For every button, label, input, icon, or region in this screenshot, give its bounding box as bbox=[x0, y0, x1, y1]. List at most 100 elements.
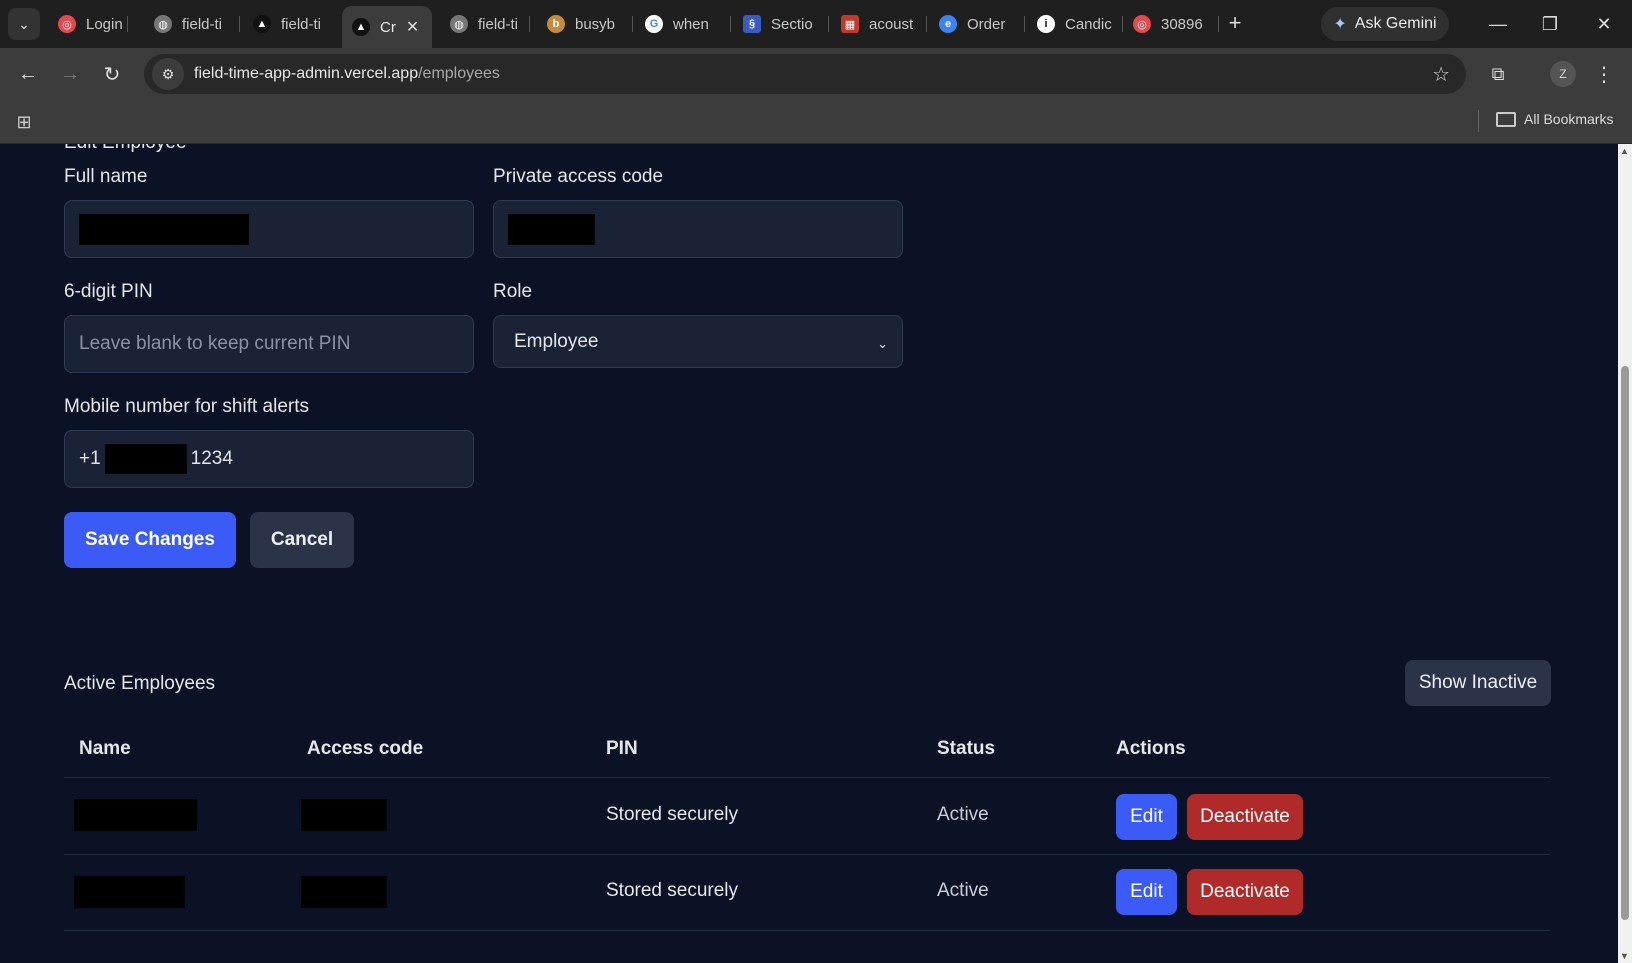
tab-label: Candic bbox=[1065, 15, 1112, 33]
target-icon: ◎ bbox=[1133, 15, 1151, 33]
access-code-label: Private access code bbox=[493, 166, 664, 187]
minimize-icon[interactable]: — bbox=[1482, 8, 1514, 40]
mobile-prefix: +1 bbox=[79, 448, 101, 469]
restore-icon[interactable]: ❐ bbox=[1534, 8, 1566, 40]
redacted-value bbox=[104, 444, 187, 474]
site-settings-icon[interactable]: ⚙ bbox=[152, 58, 184, 90]
deactivate-button[interactable]: Deactivate bbox=[1187, 869, 1303, 915]
tab-label: field-ti bbox=[281, 15, 322, 33]
column-header-pin: PIN bbox=[606, 738, 638, 759]
tab-search-icon[interactable]: ⌄ bbox=[8, 8, 40, 40]
folder-icon bbox=[1496, 111, 1516, 127]
tab-field-time-2[interactable]: ▲ field-ti bbox=[243, 6, 339, 42]
tab-label: when bbox=[673, 15, 709, 33]
reload-icon[interactable]: ↻ bbox=[96, 58, 128, 90]
forward-arrow-icon[interactable]: → bbox=[54, 58, 86, 90]
s-icon: § bbox=[743, 15, 761, 33]
tab-label: field-ti bbox=[478, 15, 519, 33]
save-changes-button[interactable]: Save Changes bbox=[64, 512, 236, 568]
edit-button[interactable]: Edit bbox=[1116, 869, 1177, 915]
column-header-status: Status bbox=[937, 738, 996, 759]
pin-cell: Stored securely bbox=[606, 804, 739, 825]
scroll-down-arrow-icon[interactable]: ▼ bbox=[1620, 951, 1629, 961]
edge-icon: e bbox=[939, 15, 957, 33]
scroll-up-arrow-icon[interactable]: ▲ bbox=[1620, 146, 1629, 156]
google-icon: G bbox=[645, 15, 663, 33]
close-window-icon[interactable]: ✕ bbox=[1588, 8, 1620, 40]
url-host: field-time-app-admin.vercel.app bbox=[194, 65, 419, 82]
globe-icon: ◍ bbox=[154, 15, 172, 33]
mobile-input[interactable]: +1 1234 bbox=[64, 430, 474, 488]
deactivate-button[interactable]: Deactivate bbox=[1187, 794, 1303, 840]
url-text[interactable]: field-time-app-admin.vercel.app/employee… bbox=[194, 65, 500, 83]
column-header-actions: Actions bbox=[1116, 738, 1186, 759]
bookmark-star-icon[interactable]: ☆ bbox=[1432, 62, 1450, 87]
back-arrow-icon[interactable]: ← bbox=[12, 58, 44, 90]
tab-field-time-1[interactable]: ◍ field-ti bbox=[144, 6, 240, 42]
status-cell: Active bbox=[937, 880, 989, 901]
profile-avatar[interactable]: Z bbox=[1550, 61, 1576, 87]
address-bar[interactable]: ⚙ field-time-app-admin.vercel.app/employ… bbox=[144, 54, 1466, 94]
scrollbar-thumb[interactable] bbox=[1621, 366, 1629, 920]
edit-button[interactable]: Edit bbox=[1116, 794, 1177, 840]
active-employees-title: Active Employees bbox=[64, 673, 216, 694]
tab-google[interactable]: G when bbox=[635, 6, 731, 42]
apps-grid-icon[interactable]: ⊞ bbox=[12, 110, 36, 134]
info-icon: i bbox=[1037, 15, 1055, 33]
all-bookmarks-button[interactable]: All Bookmarks bbox=[1496, 111, 1613, 127]
redacted-access-code bbox=[301, 799, 387, 831]
calendar-icon: ▦ bbox=[841, 15, 859, 33]
tab-label: acoust bbox=[869, 15, 914, 33]
tab-order[interactable]: e Order bbox=[929, 6, 1025, 42]
pin-input[interactable]: Leave blank to keep current PIN bbox=[64, 315, 474, 373]
tab-label: Sectio bbox=[771, 15, 813, 33]
tab-30896[interactable]: ◎ 30896 bbox=[1123, 6, 1219, 42]
bookmarks-bar: ⊞ All Bookmarks bbox=[0, 100, 1632, 144]
tab-candidate[interactable]: i Candic bbox=[1027, 6, 1123, 42]
column-header-name: Name bbox=[79, 738, 131, 759]
access-code-input[interactable] bbox=[493, 200, 903, 258]
more-menu-icon[interactable]: ⋮ bbox=[1592, 60, 1616, 88]
tab-acoustic[interactable]: ▦ acoust bbox=[831, 6, 927, 42]
ask-gemini-button[interactable]: ✦ Ask Gemini bbox=[1321, 7, 1449, 41]
full-name-label: Full name bbox=[64, 166, 148, 187]
extensions-puzzle-icon[interactable]: ⧉ bbox=[1484, 60, 1512, 88]
tab-label: Cr bbox=[380, 18, 396, 36]
tab-strip: ⌄ ◎ Login ◍ field-ti ▲ field-ti ▲ Cr ✕ ◍… bbox=[0, 0, 1632, 48]
redacted-value bbox=[508, 213, 595, 245]
tab-label: field-ti bbox=[182, 15, 223, 33]
status-cell: Active bbox=[937, 804, 989, 825]
tab-label: Login bbox=[86, 15, 123, 33]
redacted-access-code bbox=[301, 876, 387, 908]
browser-toolbar: ← → ↻ ⚙ field-time-app-admin.vercel.app/… bbox=[0, 48, 1632, 100]
close-tab-icon[interactable]: ✕ bbox=[406, 17, 419, 37]
tab-section[interactable]: § Sectio bbox=[733, 6, 829, 42]
tab-active[interactable]: ▲ Cr ✕ bbox=[342, 6, 432, 48]
tab-login[interactable]: ◎ Login bbox=[48, 6, 128, 42]
pin-label: 6-digit PIN bbox=[64, 281, 153, 302]
redacted-value bbox=[79, 213, 249, 245]
pin-cell: Stored securely bbox=[606, 880, 739, 901]
all-bookmarks-label: All Bookmarks bbox=[1524, 111, 1614, 127]
redacted-name bbox=[74, 799, 197, 831]
role-select[interactable]: Employee ⌄ bbox=[493, 315, 903, 368]
globe-icon: ◍ bbox=[450, 15, 468, 33]
vercel-icon: ▲ bbox=[253, 15, 271, 33]
tab-label: 30896 bbox=[1161, 15, 1203, 33]
tab-busybox[interactable]: b busyb bbox=[537, 6, 633, 42]
tab-field-time-3[interactable]: ◍ field-ti bbox=[440, 6, 530, 42]
tab-label: busyb bbox=[575, 15, 616, 33]
cancel-button[interactable]: Cancel bbox=[250, 512, 354, 568]
vercel-icon: ▲ bbox=[352, 18, 370, 36]
show-inactive-button[interactable]: Show Inactive bbox=[1405, 660, 1551, 706]
full-name-input[interactable] bbox=[64, 200, 474, 258]
new-tab-icon[interactable]: + bbox=[1222, 10, 1248, 36]
redacted-name bbox=[74, 876, 185, 908]
tab-label: Order bbox=[967, 15, 1006, 33]
page-scrollbar[interactable]: ▲ ▼ bbox=[1618, 144, 1632, 963]
page-content: Edit Employee Full name Private access c… bbox=[0, 144, 1618, 963]
ask-gemini-label: Ask Gemini bbox=[1354, 15, 1437, 32]
mobile-suffix: 1234 bbox=[190, 448, 233, 469]
form-title: Edit Employee bbox=[64, 144, 187, 154]
b-icon: b bbox=[547, 15, 565, 33]
